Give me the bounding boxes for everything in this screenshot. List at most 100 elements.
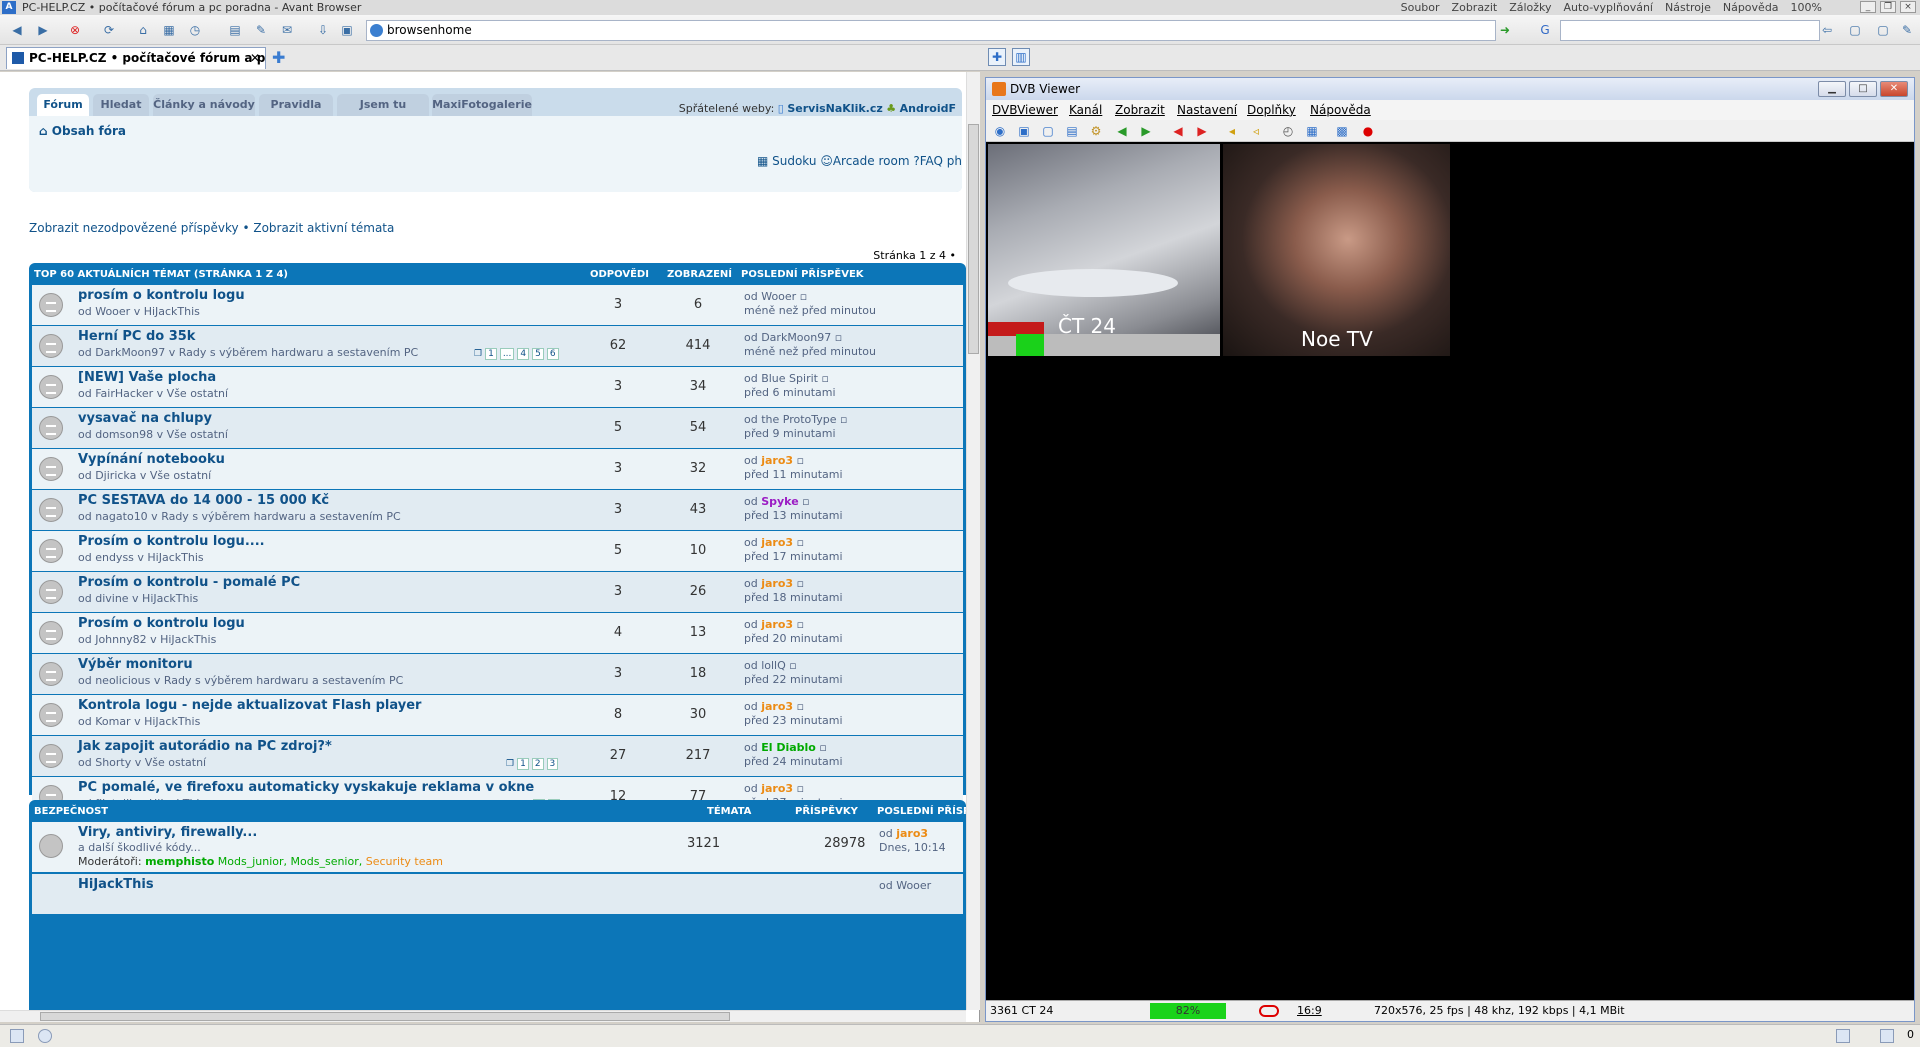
- view-post-icon[interactable]: ▫: [797, 618, 804, 631]
- search-engine-icon[interactable]: G: [1536, 22, 1554, 38]
- feed-icon[interactable]: ▦: [160, 22, 178, 38]
- dvb-mosaic-icon[interactable]: ▩: [1334, 123, 1350, 139]
- table-row[interactable]: Herní PC do 35k od DarkMoon97 v Rady s vý…: [32, 326, 963, 366]
- page-link[interactable]: 3: [546, 758, 559, 770]
- split-view-icon[interactable]: ▥: [1012, 48, 1030, 66]
- table-row[interactable]: PC SESTAVA do 14 000 - 15 000 Kč od nagat…: [32, 490, 963, 530]
- forum-title[interactable]: HiJackThis: [78, 877, 154, 892]
- active-topics-links[interactable]: Zobrazit nezodpovězené příspěvky • Zobra…: [29, 221, 394, 235]
- view-post-icon[interactable]: ▫: [797, 782, 804, 795]
- last-user[interactable]: od DarkMoon97: [744, 331, 831, 344]
- view-post-icon[interactable]: ▫: [835, 331, 842, 344]
- page-link[interactable]: 4: [517, 348, 530, 360]
- table-row[interactable]: [NEW] Vaše plocha od FairHacker v Vše ost…: [32, 367, 963, 407]
- forum-tab-0[interactable]: Fórum: [37, 94, 89, 116]
- address-bar[interactable]: browsenhome: [366, 20, 1496, 41]
- dvb-minimize-button[interactable]: ▁: [1818, 81, 1846, 97]
- status-page-icon[interactable]: [10, 1029, 24, 1043]
- stop-icon[interactable]: ⊗: [66, 22, 84, 38]
- dvb-close-button[interactable]: ✕: [1880, 81, 1908, 97]
- topic-title[interactable]: Prosím o kontrolu logu: [78, 616, 245, 631]
- pagination[interactable]: Stránka 1 z 4 •: [873, 249, 956, 262]
- status-popup-icon[interactable]: [1880, 1029, 1894, 1043]
- topic-title[interactable]: PC pomalé, ve firefoxu automaticky vyska…: [78, 780, 534, 795]
- forum-row-hijackthis[interactable]: HiJackThis od Wooer: [32, 874, 963, 914]
- topic-title[interactable]: Kontrola logu - nejde aktualizovat Flash…: [78, 698, 421, 713]
- mail-icon[interactable]: ✉: [278, 22, 296, 38]
- dvb-menu-2[interactable]: Zobrazit: [1115, 100, 1165, 120]
- table-row[interactable]: Prosím o kontrolu logu od Johnny82 v HiJa…: [32, 613, 963, 653]
- channel-thumbnail-noe[interactable]: Noe TV: [1223, 144, 1450, 356]
- menu-0[interactable]: Soubor: [1401, 1, 1440, 14]
- dvb-epg-icon[interactable]: ▤: [1064, 123, 1080, 139]
- home-icon[interactable]: ⌂: [134, 22, 152, 38]
- edit-icon[interactable]: ✎: [252, 22, 270, 38]
- table-row[interactable]: Vypínání notebooku od Djiricka v Vše osta…: [32, 449, 963, 489]
- dvb-window-icon[interactable]: ▢: [1040, 123, 1056, 139]
- last-user[interactable]: jaro3: [761, 618, 793, 631]
- minimize-button[interactable]: _: [1860, 1, 1876, 13]
- restore-button[interactable]: ❐: [1880, 1, 1896, 13]
- last-user[interactable]: jaro3: [761, 536, 793, 549]
- dvb-menu-4[interactable]: Doplňky: [1247, 100, 1296, 120]
- view-post-icon[interactable]: ▫: [797, 700, 804, 713]
- last-user[interactable]: jaro3: [761, 782, 793, 795]
- dvb-menu-1[interactable]: Kanál: [1069, 100, 1102, 120]
- hscroll-thumb[interactable]: [40, 1012, 730, 1021]
- page-link[interactable]: ...: [499, 348, 515, 360]
- new-tab-icon[interactable]: ✚: [272, 50, 288, 66]
- table-row[interactable]: Prosím o kontrolu logu.... od endyss v Hi…: [32, 531, 963, 571]
- forum-tab-5[interactable]: MaxiFotogalerie: [432, 94, 532, 116]
- dvb-next-icon[interactable]: ▶: [1138, 123, 1154, 139]
- page-horizontal-scrollbar[interactable]: [0, 1010, 966, 1022]
- friend-link-servisnaklik[interactable]: ServisNaKlik.cz: [787, 102, 882, 115]
- arcade-link[interactable]: Arcade room: [833, 154, 910, 168]
- menu-3[interactable]: Auto-vyplňování: [1564, 1, 1653, 14]
- dvb-ch-down-icon[interactable]: ◀: [1170, 123, 1186, 139]
- last-user[interactable]: jaro3: [896, 827, 928, 840]
- tab-close-icon[interactable]: ✕: [250, 48, 260, 69]
- dvb-osd-icon[interactable]: ◉: [992, 123, 1008, 139]
- topic-title[interactable]: Jak zapojit autorádio na PC zdroj?*: [78, 739, 332, 754]
- back-icon[interactable]: ◀: [8, 22, 26, 38]
- topic-title[interactable]: Prosím o kontrolu - pomalé PC: [78, 575, 300, 590]
- dvb-vol-up-icon[interactable]: ◃: [1248, 123, 1264, 139]
- sudoku-link[interactable]: Sudoku: [772, 154, 816, 168]
- forum-tab-2[interactable]: Články a návody: [153, 94, 255, 116]
- page-link[interactable]: 1: [517, 758, 529, 770]
- page-link[interactable]: 5: [532, 348, 544, 360]
- topic-title[interactable]: Vypínání notebooku: [78, 452, 225, 467]
- dvb-video-area[interactable]: ČT 24 Noe TV: [988, 144, 1912, 1000]
- dvb-prev-icon[interactable]: ◀: [1114, 123, 1130, 139]
- forum-row-viry[interactable]: Viry, antiviry, firewally... a další ško…: [32, 822, 963, 872]
- dvb-maximize-button[interactable]: □: [1849, 81, 1877, 97]
- topic-title[interactable]: [NEW] Vaše plocha: [78, 370, 216, 385]
- download-icon[interactable]: ⇩: [314, 22, 332, 38]
- status-lock-icon[interactable]: [1836, 1029, 1850, 1043]
- topic-title[interactable]: PC SESTAVA do 14 000 - 15 000 Kč: [78, 493, 329, 508]
- print-icon[interactable]: ▤: [226, 22, 244, 38]
- menu-4[interactable]: Nástroje: [1665, 1, 1711, 14]
- forum-tab-4[interactable]: Jsem tu poprvé: [337, 94, 429, 133]
- forum-index-link[interactable]: ⌂ Obsah fóra: [39, 124, 126, 138]
- last-user[interactable]: od the ProtoType: [744, 413, 837, 426]
- aspect-ratio[interactable]: 16:9: [1297, 1001, 1322, 1021]
- view-post-icon[interactable]: ▫: [821, 372, 828, 385]
- dvb-tv-icon[interactable]: ▣: [1016, 123, 1032, 139]
- last-user[interactable]: od Wooer: [744, 290, 796, 303]
- last-user[interactable]: od lollQ: [744, 659, 786, 672]
- menu-5[interactable]: Nápověda: [1723, 1, 1779, 14]
- dvb-menu-0[interactable]: DVBViewer: [992, 100, 1058, 120]
- menu-2[interactable]: Záložky: [1509, 1, 1551, 14]
- view-post-icon[interactable]: ▫: [819, 741, 826, 754]
- last-user[interactable]: jaro3: [761, 700, 793, 713]
- view-post-icon[interactable]: ▫: [840, 413, 847, 426]
- dvb-record-icon[interactable]: ●: [1360, 123, 1376, 139]
- dvb-ch-up-icon[interactable]: ▶: [1194, 123, 1210, 139]
- last-user[interactable]: El Diablo: [761, 741, 816, 754]
- go-icon[interactable]: ➜: [1496, 22, 1514, 38]
- page-link[interactable]: 2: [531, 758, 544, 770]
- forward-icon[interactable]: ▶: [34, 22, 52, 38]
- dvb-timeshift-icon[interactable]: ◴: [1280, 123, 1296, 139]
- last-user[interactable]: od Blue Spirit: [744, 372, 818, 385]
